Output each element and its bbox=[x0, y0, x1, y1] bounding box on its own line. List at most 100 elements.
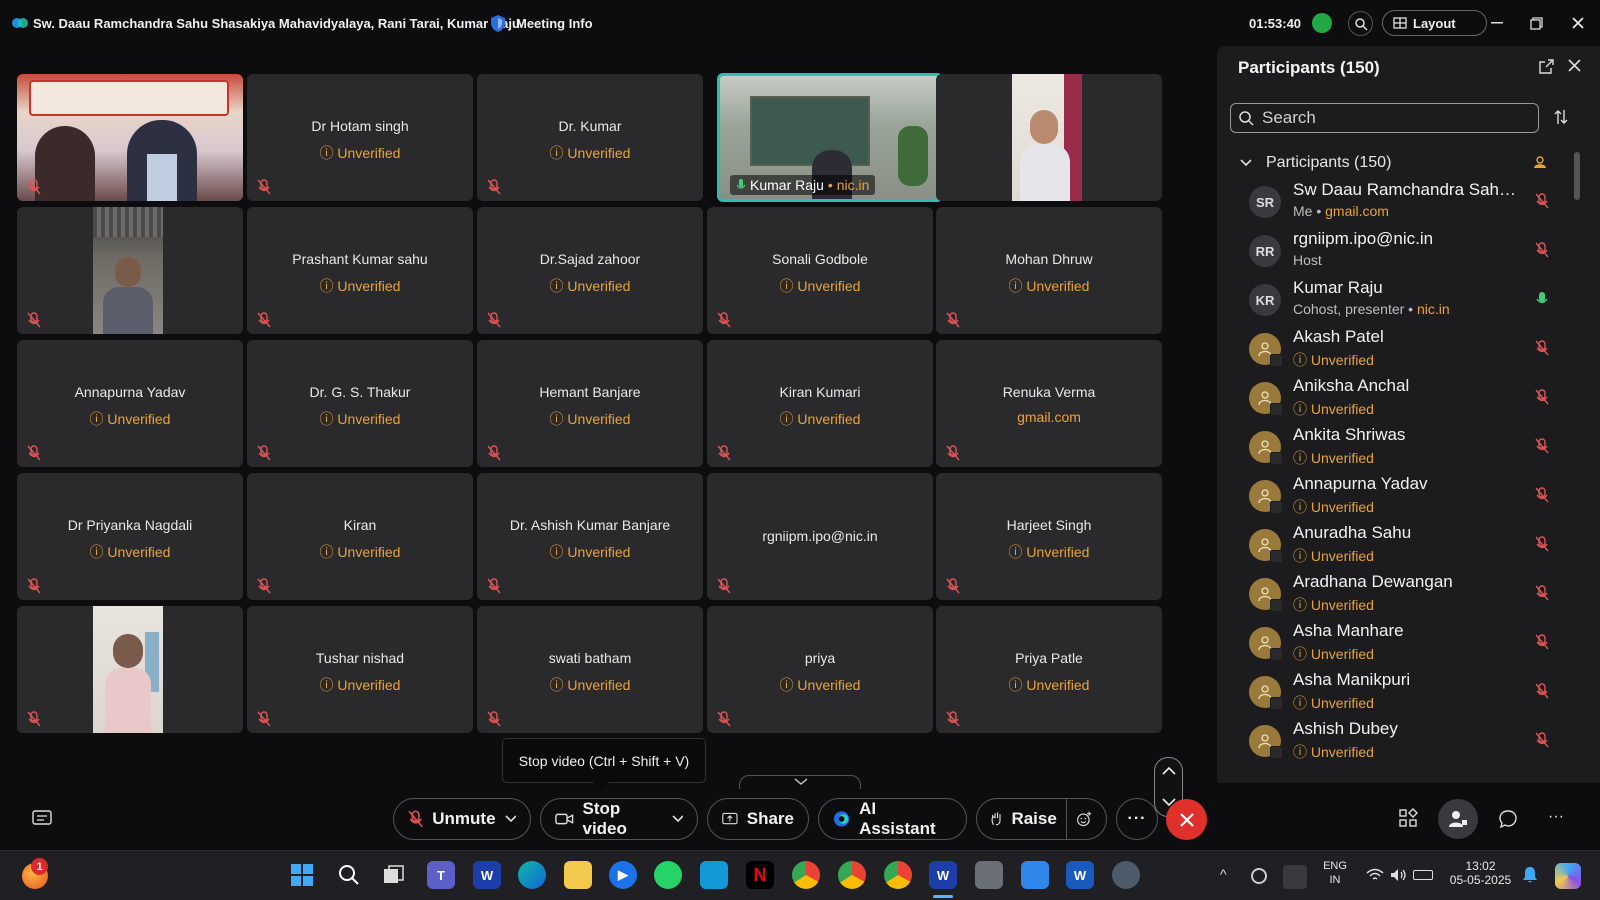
video-tile[interactable]: rgniipm.ipo@nic.in bbox=[707, 473, 933, 600]
mic-muted-icon[interactable] bbox=[1535, 535, 1549, 553]
mic-muted-icon[interactable] bbox=[1535, 339, 1549, 357]
shield-icon[interactable] bbox=[489, 14, 507, 33]
netflix-icon[interactable]: N bbox=[746, 861, 774, 889]
meeting-info-link[interactable]: Meeting Info bbox=[516, 16, 593, 31]
chevron-up-icon[interactable] bbox=[1162, 766, 1176, 775]
mic-muted-icon[interactable] bbox=[1535, 388, 1549, 406]
task-view-icon[interactable] bbox=[380, 861, 408, 889]
lock-user-icon[interactable] bbox=[1533, 155, 1547, 174]
participants-icon[interactable] bbox=[1438, 799, 1478, 839]
file-explorer-icon[interactable] bbox=[564, 861, 592, 889]
video-tile[interactable]: Dr Priyanka Nagdali ⓘ Unverified bbox=[17, 473, 243, 600]
close-window-icon[interactable] bbox=[1569, 14, 1587, 32]
ai-assistant-button[interactable]: AI Assistant bbox=[818, 798, 967, 840]
video-tile[interactable]: Dr. G. S. Thakur ⓘ Unverified bbox=[247, 340, 473, 467]
chrome-profile-icon[interactable] bbox=[838, 861, 866, 889]
mic-muted-icon[interactable] bbox=[1535, 584, 1549, 602]
layout-button[interactable]: Layout bbox=[1382, 10, 1487, 36]
video-tile[interactable]: Dr. Kumar ⓘ Unverified bbox=[477, 74, 703, 201]
video-tile[interactable]: priya ⓘ Unverified bbox=[707, 606, 933, 733]
apps-icon[interactable] bbox=[1398, 808, 1418, 828]
close-panel-icon[interactable] bbox=[1568, 59, 1581, 77]
collapse-toolbar-tab[interactable] bbox=[739, 775, 861, 789]
mic-muted-icon[interactable] bbox=[1535, 633, 1549, 651]
chrome-profile-icon[interactable] bbox=[884, 861, 912, 889]
video-tile[interactable]: Priya Patle ⓘ Unverified bbox=[936, 606, 1162, 733]
mic-muted-icon[interactable] bbox=[1535, 437, 1549, 455]
raise-hand-button[interactable]: Raise bbox=[976, 798, 1107, 840]
mic-muted-icon[interactable] bbox=[1535, 486, 1549, 504]
video-tile-host-camera[interactable] bbox=[17, 74, 243, 201]
word-icon[interactable]: W bbox=[1066, 861, 1094, 889]
sort-icon[interactable] bbox=[1554, 109, 1568, 130]
input-language[interactable]: ENG IN bbox=[1320, 859, 1350, 887]
webex-active-icon[interactable]: W bbox=[929, 861, 957, 889]
whatsapp-icon[interactable] bbox=[654, 861, 682, 889]
video-tile[interactable]: Tushar nishad ⓘ Unverified bbox=[247, 606, 473, 733]
participant-row[interactable]: Annapurna Yadav ⓘ Unverified bbox=[1217, 472, 1587, 521]
video-tile[interactable]: Harjeet Singh ⓘ Unverified bbox=[936, 473, 1162, 600]
participant-row[interactable]: Anuradha Sahu ⓘ Unverified bbox=[1217, 521, 1587, 570]
video-tile[interactable]: Dr.Sajad zahoor ⓘ Unverified bbox=[477, 207, 703, 334]
mic-muted-icon[interactable] bbox=[1535, 241, 1549, 259]
prime-video-icon[interactable] bbox=[700, 861, 728, 889]
video-tile[interactable]: swati batham ⓘ Unverified bbox=[477, 606, 703, 733]
mic-on-icon[interactable] bbox=[1535, 290, 1549, 308]
more-icon[interactable]: ··· bbox=[1548, 808, 1564, 826]
settings-icon[interactable] bbox=[1112, 861, 1140, 889]
chevron-up-icon[interactable]: ^ bbox=[1220, 866, 1227, 882]
participant-row[interactable]: Asha Manhare ⓘ Unverified bbox=[1217, 619, 1587, 668]
teams-icon[interactable]: T bbox=[427, 861, 455, 889]
volume-icon[interactable] bbox=[1390, 867, 1408, 888]
restore-icon[interactable] bbox=[1527, 14, 1545, 32]
video-tile[interactable]: Dr. Ashish Kumar Banjare ⓘ Unverified bbox=[477, 473, 703, 600]
chevron-down-icon[interactable] bbox=[504, 815, 516, 823]
participant-row[interactable]: Asha Manikpuri ⓘ Unverified bbox=[1217, 668, 1587, 717]
mic-tray-icon[interactable] bbox=[1283, 865, 1307, 889]
video-tile-camera[interactable] bbox=[936, 74, 1162, 201]
onedrive-status-icon[interactable] bbox=[1251, 868, 1267, 884]
participant-row[interactable]: RR rgniipm.ipo@nic.in Host bbox=[1217, 227, 1587, 276]
video-tile[interactable]: Kiran Kumari ⓘ Unverified bbox=[707, 340, 933, 467]
video-tile-camera[interactable] bbox=[17, 207, 243, 334]
media-player-icon[interactable]: ▶ bbox=[609, 861, 637, 889]
video-tile[interactable]: Kiran ⓘ Unverified bbox=[247, 473, 473, 600]
video-tile-camera[interactable] bbox=[17, 606, 243, 733]
participants-group-header[interactable]: Participants (150) bbox=[1240, 154, 1391, 172]
minimize-icon[interactable] bbox=[1488, 14, 1506, 32]
video-tile[interactable]: Prashant Kumar sahu ⓘ Unverified bbox=[247, 207, 473, 334]
participant-row[interactable]: Aradhana Dewangan ⓘ Unverified bbox=[1217, 570, 1587, 619]
video-tile[interactable]: Sonali Godbole ⓘ Unverified bbox=[707, 207, 933, 334]
mic-muted-icon[interactable] bbox=[1535, 731, 1549, 749]
captions-icon[interactable] bbox=[32, 810, 52, 826]
video-tile[interactable]: Annapurna Yadav ⓘ Unverified bbox=[17, 340, 243, 467]
participant-row[interactable]: SR Sw Daau Ramchandra Sahu ... Me • gmai… bbox=[1217, 178, 1587, 227]
network-signal-icon[interactable] bbox=[1312, 13, 1332, 33]
battery-icon[interactable] bbox=[1413, 870, 1433, 880]
webex-app-icon[interactable]: W bbox=[473, 861, 501, 889]
notification-bell-icon[interactable] bbox=[1522, 866, 1538, 889]
panel-scrollbar[interactable] bbox=[1574, 152, 1580, 200]
copilot-icon[interactable] bbox=[1555, 863, 1581, 889]
edge-icon[interactable] bbox=[518, 861, 546, 889]
wifi-icon[interactable] bbox=[1366, 868, 1384, 887]
start-icon[interactable] bbox=[288, 861, 316, 889]
participant-row[interactable]: KR Kumar Raju Cohost, presenter • nic.in bbox=[1217, 276, 1587, 325]
more-options-button[interactable]: ··· bbox=[1116, 798, 1158, 840]
stop-video-button[interactable]: Stop video bbox=[540, 798, 698, 840]
share-button[interactable]: Share bbox=[707, 798, 809, 840]
camera-app-icon[interactable] bbox=[975, 861, 1003, 889]
mic-muted-icon[interactable] bbox=[1535, 192, 1549, 210]
video-tile-active-speaker[interactable]: Kumar Raju • nic.in bbox=[717, 73, 943, 202]
video-tile[interactable]: Renuka Verma gmail.com bbox=[936, 340, 1162, 467]
participant-row[interactable]: Ashish Dubey ⓘ Unverified bbox=[1217, 717, 1587, 766]
video-tile[interactable]: Hemant Banjare ⓘ Unverified bbox=[477, 340, 703, 467]
system-clock[interactable]: 13:02 05-05-2025 bbox=[1443, 859, 1518, 887]
photos-icon[interactable] bbox=[1021, 861, 1049, 889]
unmute-button[interactable]: Unmute bbox=[393, 798, 531, 840]
participant-row[interactable]: Ankita Shriwas ⓘ Unverified bbox=[1217, 423, 1587, 472]
video-tile[interactable]: Mohan Dhruw ⓘ Unverified bbox=[936, 207, 1162, 334]
mic-muted-icon[interactable] bbox=[1535, 682, 1549, 700]
video-tile[interactable]: Dr Hotam singh ⓘ Unverified bbox=[247, 74, 473, 201]
chevron-down-icon[interactable] bbox=[672, 815, 683, 823]
